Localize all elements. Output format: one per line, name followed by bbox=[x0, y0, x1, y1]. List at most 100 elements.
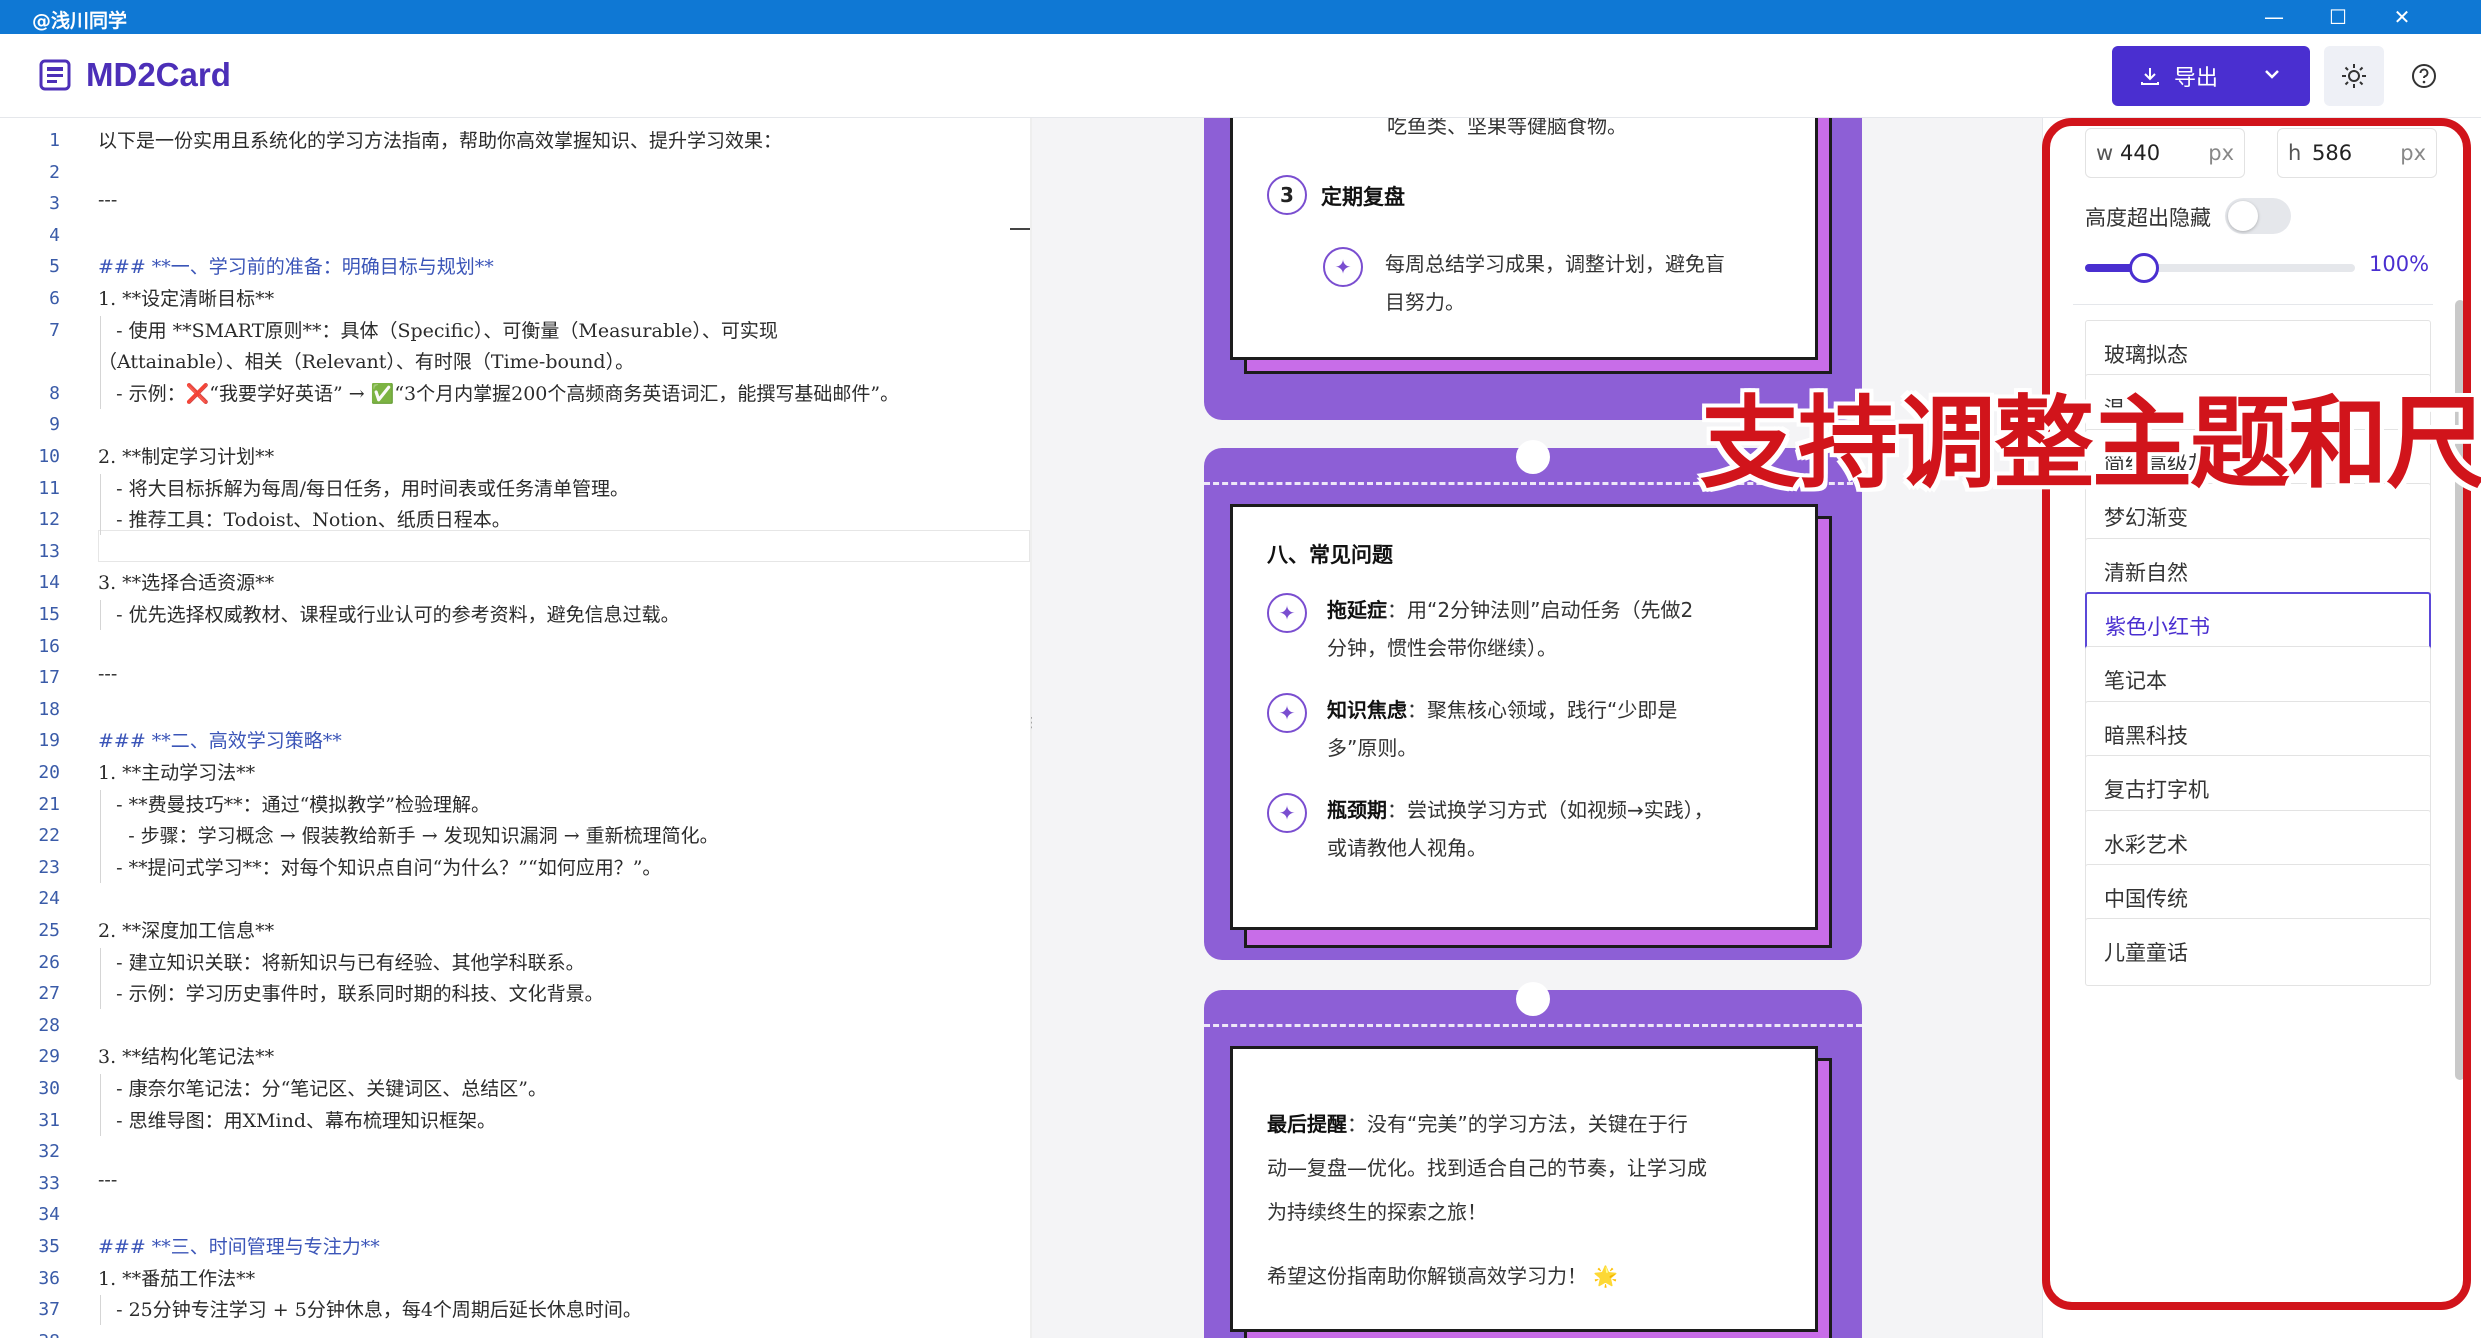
window-title: @浅川同学 bbox=[32, 10, 128, 32]
code-line: - **提问式学习**：对每个知识点自问“为什么？”“如何应用？”。 bbox=[98, 856, 662, 879]
height-input[interactable]: h 586 px bbox=[2277, 128, 2437, 178]
line-number: 9 bbox=[49, 414, 60, 436]
card-hole bbox=[1516, 982, 1550, 1016]
code-line: - **费曼技巧**：通过“模拟教学”检验理解。 bbox=[98, 793, 491, 816]
code-line: 1. **番茄工作法** bbox=[98, 1267, 256, 1290]
code-line: - 示例：学习历史事件时，联系同时期的科技、文化背景。 bbox=[98, 983, 604, 1006]
line-number: 6 bbox=[49, 288, 60, 309]
line-number: 19 bbox=[38, 730, 60, 752]
line-number: 15 bbox=[38, 604, 60, 625]
overflow-toggle[interactable] bbox=[2225, 198, 2291, 234]
window-titlebar: @浅川同学 — ☐ ✕ bbox=[0, 0, 2481, 34]
line-number: 13 bbox=[38, 540, 60, 562]
line-number: 22 bbox=[38, 825, 60, 847]
indent-guide bbox=[100, 1074, 101, 1136]
line-number: 16 bbox=[38, 635, 60, 657]
theme-toggle-button[interactable] bbox=[2324, 46, 2384, 106]
line-number: 32 bbox=[38, 1141, 60, 1163]
indent-guide bbox=[100, 600, 101, 630]
current-line-highlight bbox=[98, 530, 1030, 562]
sparkle-icon: ✦ bbox=[1323, 247, 1363, 287]
card-divider bbox=[1204, 1024, 1862, 1027]
preview-card: 八、常见问题 ✦ 拖延症：用“2分钟法则”启动任务（先做2 分钟，惯性会带你继续… bbox=[1204, 440, 1862, 960]
minimize-icon: — bbox=[2264, 5, 2284, 29]
close-icon: ✕ bbox=[2393, 5, 2411, 29]
code-line: --- bbox=[98, 663, 118, 686]
line-number: 29 bbox=[38, 1046, 60, 1068]
code-line: --- bbox=[98, 1168, 118, 1191]
scale-slider[interactable] bbox=[2085, 253, 2355, 283]
code-line: ### **二、高效学习策略** bbox=[98, 730, 342, 753]
export-label: 导出 bbox=[2174, 66, 2219, 91]
faq-item: 知识焦虑：聚焦核心领域，践行“少即是 bbox=[1327, 698, 1678, 722]
card-text: 吃鱼类、坚果等健脑食物。 bbox=[1387, 118, 1627, 138]
card-text: 为持续终生的探索之旅！ bbox=[1267, 1200, 1487, 1224]
code-line: - 优先选择权威教材、课程或行业认可的参考资料，避免信息过载。 bbox=[98, 604, 680, 626]
line-number: 38 bbox=[0, 1331, 60, 1338]
chevron-down-icon[interactable] bbox=[2262, 64, 2282, 84]
step-number-badge: 3 bbox=[1267, 175, 1307, 215]
code-line: - 步骤：学习概念 → 假装教给新手 → 发现知识漏洞 → 重新梳理简化。 bbox=[98, 825, 719, 848]
code-line: 3. **选择合适资源** bbox=[98, 572, 275, 595]
markdown-editor[interactable]: 1 2 3 4 5 6 7 8 9 10 11 12 13 14 15 16 17 18 19 20 21 22 23 24 2… bbox=[0, 118, 1030, 1338]
faq-item-cont: 分钟，惯性会带你继续）。 bbox=[1327, 636, 1557, 660]
code-line: - 思维导图：用XMind、幕布梳理知识框架。 bbox=[98, 1109, 497, 1132]
line-number: 33 bbox=[38, 1172, 60, 1194]
line-number: 12 bbox=[38, 509, 60, 531]
indent-guide bbox=[100, 473, 101, 536]
card-text: 希望这份指南助你解锁高效学习力！ 🌟 bbox=[1267, 1264, 1619, 1288]
line-number: 36 bbox=[38, 1267, 60, 1289]
annotation-banner: 支持调整主题和尺寸 bbox=[1700, 385, 2481, 502]
width-input[interactable]: w 440 px bbox=[2085, 128, 2245, 178]
line-number: 21 bbox=[38, 793, 60, 815]
code-line: 3. **结构化笔记法** bbox=[98, 1046, 275, 1069]
preview-card: 最后提醒：没有“完美”的学习方法，关键在于行 动—复盘—优化。找到适合自己的节奏… bbox=[1204, 982, 1862, 1338]
settings-panel: w 440 px h 586 px 高度超出隐藏 100% 玻璃拟态温简约高级灰… bbox=[2042, 118, 2481, 1338]
faq-item: 拖延症：用“2分钟法则”启动任务（先做2 bbox=[1327, 598, 1694, 622]
line-number: 20 bbox=[38, 762, 60, 783]
maximize-button[interactable]: ☐ bbox=[2306, 0, 2370, 34]
card-preview[interactable]: 吃鱼类、坚果等健脑食物。 3 定期复盘 ✦ 每周总结学习成果，调整计划，避免盲 … bbox=[1032, 118, 2042, 1338]
line-number: 26 bbox=[38, 951, 60, 973]
line-number: 23 bbox=[38, 856, 60, 878]
line-number: 17 bbox=[38, 667, 60, 689]
indent-guide bbox=[100, 315, 101, 409]
app-header: MD2Card 导出 bbox=[0, 34, 2481, 118]
code-line: - 25分钟专注学习 + 5分钟休息，每4个周期后延长休息时间。 bbox=[98, 1299, 642, 1322]
logo-icon bbox=[39, 59, 71, 91]
minimize-button[interactable]: — bbox=[2242, 0, 2306, 34]
code-line: - 将大目标拆解为每周/每日任务，用时间表或任务清单管理。 bbox=[98, 477, 629, 500]
line-number: 10 bbox=[38, 446, 60, 467]
line-number: 31 bbox=[38, 1109, 60, 1131]
slider-handle[interactable] bbox=[2129, 253, 2160, 283]
help-button[interactable] bbox=[2394, 46, 2454, 106]
card-content: 吃鱼类、坚果等健脑食物。 3 定期复盘 ✦ 每周总结学习成果，调整计划，避免盲 … bbox=[1230, 118, 1818, 360]
code-line: - 建立知识关联：将新知识与已有经验、其他学科联系。 bbox=[98, 951, 585, 974]
line-number: 35 bbox=[38, 1236, 60, 1257]
sparkle-icon: ✦ bbox=[1267, 693, 1307, 733]
export-button[interactable]: 导出 bbox=[2112, 46, 2310, 106]
code-line: 2. **制定学习计划** bbox=[98, 446, 275, 468]
faq-item: 瓶颈期：尝试换学习方式（如视频→实践）， bbox=[1327, 798, 1714, 822]
toggle-knob bbox=[2228, 201, 2258, 231]
code-line: 2. **深度加工信息** bbox=[98, 920, 275, 942]
indent-guide bbox=[100, 1295, 101, 1326]
line-number: 24 bbox=[38, 888, 60, 910]
theme-option[interactable]: 儿童童话 bbox=[2085, 918, 2431, 987]
line-number: 27 bbox=[38, 983, 60, 1005]
code-line: - 康奈尔笔记法：分“笔记区、关键词区、总结区”。 bbox=[98, 1078, 548, 1100]
line-number: 18 bbox=[38, 698, 60, 720]
scale-value: 100% bbox=[2369, 252, 2430, 276]
card-text: 目努力。 bbox=[1385, 290, 1465, 314]
code-line: - 示例：❌“我要学好英语” → ✅“3个月内掌握200个高频商务英语词汇，能撰… bbox=[98, 382, 900, 405]
card-text: 动—复盘—优化。找到适合自己的节奏，让学习成 bbox=[1267, 1156, 1707, 1180]
maximize-icon: ☐ bbox=[2329, 5, 2347, 29]
line-number: 1 bbox=[49, 130, 60, 151]
line-number: 28 bbox=[38, 1014, 60, 1036]
line-number: 14 bbox=[38, 572, 60, 594]
close-window-button[interactable]: ✕ bbox=[2370, 0, 2434, 34]
star-icon: 🌟 bbox=[1593, 1264, 1619, 1288]
line-number: 5 bbox=[49, 256, 60, 278]
code-line: （Attainable）、相关（Relevant）、有时限（Time-bound… bbox=[98, 351, 635, 374]
code-line: --- bbox=[98, 189, 118, 212]
